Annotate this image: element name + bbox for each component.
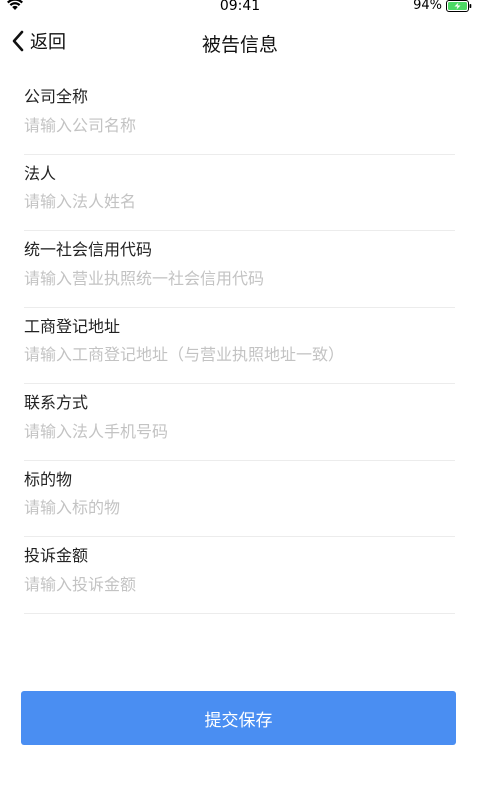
contact-phone-input[interactable] (24, 418, 455, 444)
battery-indicator: 94% (413, 0, 472, 13)
field-label: 投诉金额 (24, 546, 89, 565)
battery-charging-icon (446, 0, 472, 12)
company-name-input[interactable] (24, 112, 455, 138)
battery-percent: 94% (413, 0, 442, 13)
complaint-amount-input[interactable] (24, 571, 455, 597)
form-row-credit-code: 统一社会信用代码 (24, 231, 455, 308)
field-label: 标的物 (24, 469, 73, 489)
credit-code-input[interactable] (24, 265, 455, 291)
defendant-form: 公司全称 法人 统一社会信用代码 工商登记地址 联系方式 标的物 投诉金额 (24, 78, 455, 614)
field-label: 法人 (24, 163, 57, 183)
status-time: 09:41 (219, 0, 261, 14)
registered-address-input[interactable] (24, 341, 455, 368)
submit-save-button[interactable]: 提交保存 (21, 691, 456, 745)
page-title: 被告信息 (201, 34, 278, 56)
field-label: 统一社会信用代码 (24, 240, 153, 259)
nav-bar: 返回 被告信息 (0, 20, 480, 62)
field-label: 联系方式 (24, 393, 89, 412)
field-label: 公司全称 (24, 87, 89, 106)
form-row-complaint-amount: 投诉金额 (24, 537, 455, 614)
form-row-registered-address: 工商登记地址 (24, 308, 455, 384)
form-row-subject-matter: 标的物 (24, 461, 455, 537)
field-label: 工商登记地址 (24, 316, 121, 336)
subject-matter-input[interactable] (24, 494, 455, 521)
legal-person-input[interactable] (24, 188, 455, 215)
form-row-contact: 联系方式 (24, 384, 455, 461)
form-row-company-name: 公司全称 (24, 78, 455, 155)
status-bar: 09:41 94% (0, 0, 480, 14)
form-row-legal-person: 法人 (24, 155, 455, 231)
